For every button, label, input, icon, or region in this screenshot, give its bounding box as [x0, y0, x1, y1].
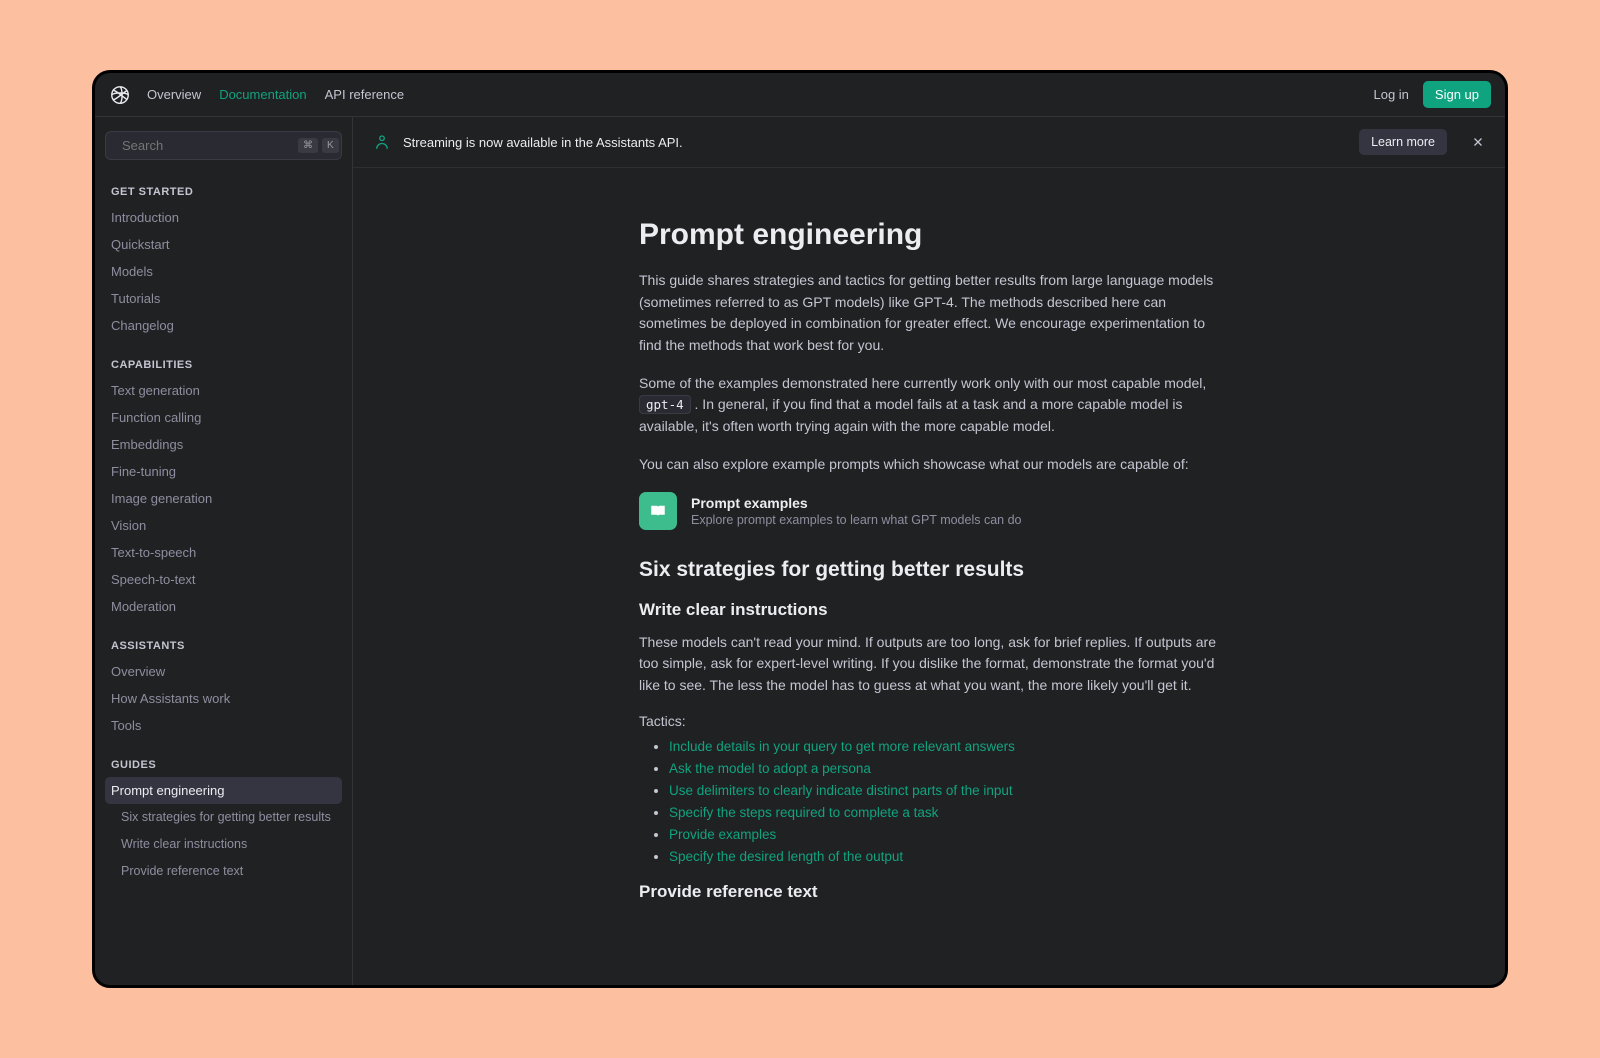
section-capabilities: CAPABILITIES: [105, 353, 342, 377]
tactics-label: Tactics:: [639, 713, 1219, 729]
model-code-chip: gpt-4: [639, 395, 691, 414]
card-text: Prompt examples Explore prompt examples …: [691, 495, 1022, 527]
subnav-six-strategies[interactable]: Six strategies for getting better result…: [105, 804, 342, 831]
search-shortcut: ⌘ K: [298, 138, 339, 153]
close-icon[interactable]: [1471, 135, 1485, 149]
nav-function-calling[interactable]: Function calling: [105, 404, 342, 431]
nav-fine-tuning[interactable]: Fine-tuning: [105, 458, 342, 485]
section-get-started: GET STARTED: [105, 180, 342, 204]
main-content: Streaming is now available in the Assist…: [353, 117, 1505, 985]
auth-controls: Log in Sign up: [1373, 81, 1491, 108]
kbd-cmd: ⌘: [298, 138, 318, 153]
tactic-link[interactable]: Provide examples: [669, 827, 1219, 842]
nav-vision[interactable]: Vision: [105, 512, 342, 539]
topbar: Overview Documentation API reference Log…: [95, 73, 1505, 117]
nav-speech-to-text[interactable]: Speech-to-text: [105, 566, 342, 593]
nav-moderation[interactable]: Moderation: [105, 593, 342, 620]
openai-logo-icon[interactable]: [109, 84, 131, 106]
tactics-list: Include details in your query to get mor…: [639, 739, 1219, 864]
tactic-link[interactable]: Include details in your query to get mor…: [669, 739, 1219, 754]
intro2-text-b: . In general, if you find that a model f…: [639, 396, 1182, 434]
write-clear-instructions-heading: Write clear instructions: [639, 600, 1219, 620]
nav-tutorials[interactable]: Tutorials: [105, 285, 342, 312]
intro-paragraph-3: You can also explore example prompts whi…: [639, 454, 1219, 476]
learn-more-button[interactable]: Learn more: [1359, 129, 1447, 155]
top-nav: Overview Documentation API reference: [147, 87, 1373, 102]
topnav-overview[interactable]: Overview: [147, 87, 201, 102]
kbd-k: K: [322, 138, 339, 153]
tactic-link[interactable]: Specify the steps required to complete a…: [669, 805, 1219, 820]
search-input[interactable]: [122, 138, 298, 153]
provide-reference-text-heading: Provide reference text: [639, 882, 1219, 902]
nav-prompt-engineering[interactable]: Prompt engineering: [105, 777, 342, 804]
nav-assistants-tools[interactable]: Tools: [105, 712, 342, 739]
announcement-banner: Streaming is now available in the Assist…: [353, 117, 1505, 168]
nav-introduction[interactable]: Introduction: [105, 204, 342, 231]
nav-quickstart[interactable]: Quickstart: [105, 231, 342, 258]
app-window: Overview Documentation API reference Log…: [92, 70, 1508, 988]
nav-embeddings[interactable]: Embeddings: [105, 431, 342, 458]
tactic-link[interactable]: Use delimiters to clearly indicate disti…: [669, 783, 1219, 798]
sidebar: ⌘ K GET STARTED Introduction Quickstart …: [95, 117, 353, 985]
login-link[interactable]: Log in: [1373, 87, 1408, 102]
nav-changelog[interactable]: Changelog: [105, 312, 342, 339]
tactic-link[interactable]: Specify the desired length of the output: [669, 849, 1219, 864]
book-icon: [639, 492, 677, 530]
card-title: Prompt examples: [691, 495, 1022, 511]
search-box[interactable]: ⌘ K: [105, 131, 342, 160]
tactic-link[interactable]: Ask the model to adopt a persona: [669, 761, 1219, 776]
signup-button[interactable]: Sign up: [1423, 81, 1491, 108]
nav-image-generation[interactable]: Image generation: [105, 485, 342, 512]
subnav-write-clear-instructions[interactable]: Write clear instructions: [105, 831, 342, 858]
nav-how-assistants-work[interactable]: How Assistants work: [105, 685, 342, 712]
intro-paragraph-2: Some of the examples demonstrated here c…: [639, 373, 1219, 438]
nav-text-to-speech[interactable]: Text-to-speech: [105, 539, 342, 566]
page-title: Prompt engineering: [639, 218, 1219, 252]
banner-text: Streaming is now available in the Assist…: [403, 135, 1347, 150]
nav-text-generation[interactable]: Text generation: [105, 377, 342, 404]
subnav-provide-reference-text[interactable]: Provide reference text: [105, 858, 342, 885]
nav-models[interactable]: Models: [105, 258, 342, 285]
card-subtitle: Explore prompt examples to learn what GP…: [691, 513, 1022, 527]
prompt-examples-card[interactable]: Prompt examples Explore prompt examples …: [639, 492, 1219, 530]
intro2-text-a: Some of the examples demonstrated here c…: [639, 375, 1206, 391]
six-strategies-heading: Six strategies for getting better result…: [639, 558, 1219, 582]
topnav-documentation[interactable]: Documentation: [219, 87, 306, 102]
article: Prompt engineering This guide shares str…: [599, 168, 1259, 974]
topnav-api-reference[interactable]: API reference: [325, 87, 405, 102]
section-guides: GUIDES: [105, 753, 342, 777]
nav-assistants-overview[interactable]: Overview: [105, 658, 342, 685]
bot-icon: [373, 133, 391, 151]
section-assistants: ASSISTANTS: [105, 634, 342, 658]
intro-paragraph-1: This guide shares strategies and tactics…: [639, 270, 1219, 357]
write-clear-instructions-body: These models can't read your mind. If ou…: [639, 632, 1219, 697]
